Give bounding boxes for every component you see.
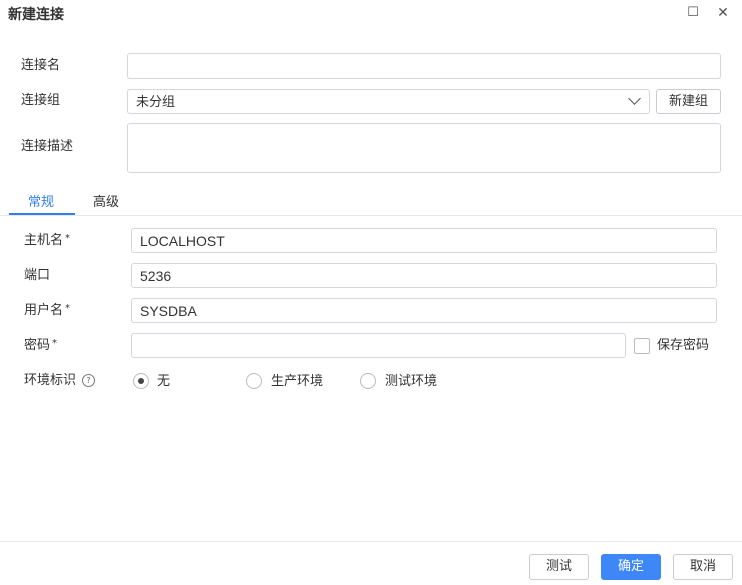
close-icon[interactable]: ✕ — [713, 3, 733, 23]
env-label: 环境标识 — [24, 373, 77, 388]
cancel-button[interactable]: 取消 — [673, 554, 733, 580]
connection-group-label: 连接组 — [21, 93, 61, 108]
port-input[interactable] — [131, 263, 717, 288]
port-label: 端口 — [24, 268, 51, 283]
radio-selected-dot — [138, 378, 144, 384]
tab-divider — [0, 215, 742, 216]
connection-name-label: 连接名 — [21, 58, 61, 73]
host-label: 主机名 * — [24, 233, 71, 248]
ok-button[interactable]: 确定 — [601, 554, 661, 580]
tab-advanced[interactable]: 高级 — [93, 191, 119, 210]
description-textarea[interactable] — [127, 123, 721, 173]
save-password-checkbox[interactable] — [634, 338, 650, 354]
password-label: 密码 * — [24, 338, 58, 353]
connection-name-input[interactable] — [127, 53, 721, 79]
env-option-test-label: 测试环境 — [385, 374, 438, 389]
tab-general[interactable]: 常规 — [28, 191, 54, 210]
footer-divider — [0, 541, 742, 542]
help-icon[interactable]: ? — [82, 374, 95, 387]
env-radio-none[interactable] — [133, 373, 149, 389]
host-input[interactable] — [131, 228, 717, 253]
env-radio-production[interactable] — [246, 373, 262, 389]
connection-group-select[interactable]: 未分组 — [127, 89, 650, 114]
user-input[interactable] — [131, 298, 717, 323]
env-option-none-label: 无 — [157, 374, 171, 389]
new-group-button[interactable]: 新建组 — [656, 89, 721, 114]
env-radio-test[interactable] — [360, 373, 376, 389]
test-button[interactable]: 测试 — [529, 554, 589, 580]
save-password-label: 保存密码 — [657, 338, 710, 353]
dialog-title: 新建连接 — [8, 7, 64, 23]
chevron-down-icon — [628, 92, 641, 105]
connection-group-value: 未分组 — [136, 94, 176, 109]
user-label: 用户名 * — [24, 303, 71, 318]
maximize-icon[interactable]: ☐ — [683, 3, 703, 23]
env-option-production-label: 生产环境 — [271, 374, 324, 389]
password-input[interactable] — [131, 333, 626, 358]
description-label: 连接描述 — [21, 139, 74, 154]
